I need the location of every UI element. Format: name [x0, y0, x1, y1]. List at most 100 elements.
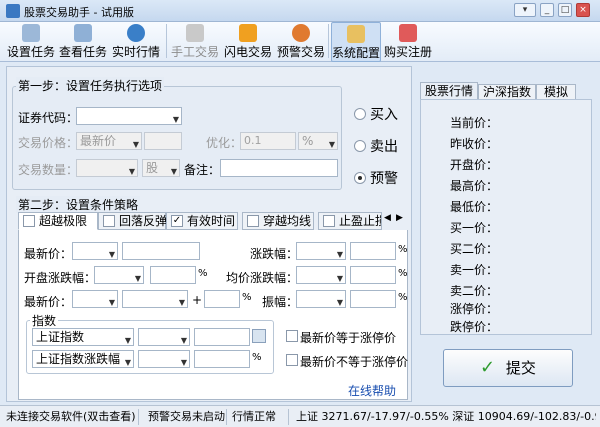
tab-valid-time[interactable]: ✓ 有效时间: [166, 212, 238, 230]
sell-label[interactable]: 卖出: [370, 136, 398, 156]
status-connection[interactable]: 未连接交易软件(双击查看): [6, 409, 136, 425]
note-input[interactable]: [220, 159, 338, 177]
limit-up-not-equal-checkbox[interactable]: [286, 354, 298, 366]
unit-value: 股: [146, 161, 159, 175]
limit-up-not-equal-label[interactable]: 最新价不等于涨停价: [300, 353, 408, 370]
settings-task-icon: [22, 24, 40, 42]
tab-index[interactable]: 沪深指数: [478, 84, 536, 100]
tab-checkbox[interactable]: [23, 215, 35, 227]
chevron-down-icon: ▼: [172, 115, 179, 124]
tab-label: 有效时间: [187, 214, 236, 228]
toolbar-label: 闪电交易: [223, 45, 272, 59]
buy-radio[interactable]: [354, 108, 366, 120]
chevron-down-icon: ▼: [336, 298, 343, 307]
latest-price-op-select[interactable]: ▼: [72, 242, 118, 260]
amplitude-input[interactable]: [350, 290, 396, 308]
toolbar-label: 购买注册: [383, 45, 432, 59]
index1-op-select[interactable]: ▼: [138, 328, 190, 346]
latest-price2-op-select[interactable]: ▼: [72, 290, 118, 308]
price-input[interactable]: [144, 132, 182, 150]
avg-rise-op-select[interactable]: ▼: [296, 266, 346, 284]
toolbar-alert-trade[interactable]: 预警交易: [276, 22, 326, 62]
open-rise-input[interactable]: [150, 266, 196, 284]
latest-price-input[interactable]: [122, 242, 200, 260]
buy-label[interactable]: 买入: [370, 104, 398, 124]
toolbar-lightning-trade[interactable]: 闪电交易: [222, 22, 274, 62]
amplitude-op-select[interactable]: ▼: [296, 290, 346, 308]
quote-panel: [420, 99, 592, 335]
chevron-down-icon: ▼: [128, 167, 135, 176]
security-code-label: 证券代码：: [18, 111, 79, 125]
toolbar-purchase-register[interactable]: 购买注册: [383, 22, 433, 62]
toolbar-manual-trade[interactable]: 手工交易: [170, 22, 220, 62]
toolbar-settings-task[interactable]: 设置任务: [6, 22, 56, 62]
alert-radio[interactable]: [354, 172, 366, 184]
tab-checkbox[interactable]: ✓: [171, 215, 183, 227]
calendar-icon[interactable]: [252, 329, 266, 343]
unit-select[interactable]: 股 ▼: [142, 159, 180, 177]
index1-input[interactable]: [194, 328, 250, 346]
manual-trade-icon: [186, 24, 204, 42]
rise-op-select[interactable]: ▼: [296, 242, 346, 260]
index2-select[interactable]: 上证指数涨跌幅 ▼: [32, 350, 134, 368]
index1-value: 上证指数: [36, 330, 85, 344]
tab-take-profit-stop-loss[interactable]: 止盈止损: [318, 212, 382, 230]
qty-select[interactable]: ▼: [76, 159, 138, 177]
minimize-button[interactable]: _: [540, 3, 554, 17]
tab-scroll-right-icon[interactable]: ▶: [396, 213, 403, 223]
rise-label: 涨跌幅：: [250, 247, 299, 261]
tab-label: 模拟: [543, 85, 568, 99]
tab-scroll-left-icon[interactable]: ◀: [384, 213, 391, 223]
tab-checkbox[interactable]: [247, 215, 259, 227]
amplitude-label: 振幅：: [262, 295, 299, 309]
quote-limit-up: 涨停价：: [450, 302, 499, 316]
tab-stock-quote[interactable]: 股票行情: [420, 82, 478, 100]
tab-cross-ma[interactable]: 穿越均线: [242, 212, 314, 230]
toolbar-label: 预警交易: [276, 45, 325, 59]
tab-pullback-rebound[interactable]: 回落反弹: [98, 212, 167, 230]
chevron-down-icon: ▼: [170, 167, 177, 176]
tab-label: 沪深指数: [483, 85, 532, 99]
price-type-select[interactable]: 最新价 ▼: [76, 132, 142, 150]
alert-label[interactable]: 预警: [370, 168, 398, 188]
rise-input[interactable]: [350, 242, 396, 260]
latest-price2-ref-select[interactable]: ▼: [122, 290, 188, 308]
chevron-down-icon: ▼: [124, 336, 131, 345]
tab-exceed-limit[interactable]: 超越极限: [18, 212, 98, 230]
chevron-down-icon: ▼: [134, 274, 141, 283]
avg-rise-input[interactable]: [350, 266, 396, 284]
limit-up-equal-checkbox[interactable]: [286, 330, 298, 342]
toolbar-realtime-quote[interactable]: 实时行情: [110, 22, 162, 62]
chevron-down-icon: ▼: [180, 358, 187, 367]
toolbar: 设置任务 查看任务 实时行情 手工交易 闪电交易 预警交易 系统配置 购买注册: [0, 22, 600, 62]
chevron-down-icon: ▼: [336, 274, 343, 283]
submit-button[interactable]: ✓ 提交: [443, 349, 573, 387]
toolbar-separator: [166, 24, 167, 58]
latest-price2-offset-input[interactable]: [204, 290, 240, 308]
limit-up-equal-label[interactable]: 最新价等于涨停价: [300, 329, 396, 346]
index2-input[interactable]: [194, 350, 250, 368]
online-help-link[interactable]: 在线帮助: [348, 382, 396, 399]
avg-rise-label: 均价涨跌幅：: [226, 271, 299, 285]
tab-simulate[interactable]: 模拟: [536, 84, 576, 100]
toolbar-view-task[interactable]: 查看任务: [58, 22, 108, 62]
tab-checkbox[interactable]: [103, 215, 115, 227]
sell-radio[interactable]: [354, 140, 366, 152]
maximize-button[interactable]: □: [558, 3, 572, 17]
submit-label: 提交: [505, 359, 536, 377]
title-bar: 股票交易助手 - 试用版 ▾ _ □ ×: [0, 0, 600, 22]
chevron-down-icon: ▼: [108, 298, 115, 307]
index2-op-select[interactable]: ▼: [138, 350, 190, 368]
open-rise-op-select[interactable]: ▼: [94, 266, 144, 284]
quote-limit-down: 跌停价：: [450, 320, 499, 334]
index-group-title: 指数: [30, 312, 59, 329]
index1-select[interactable]: 上证指数 ▼: [32, 328, 134, 346]
close-button[interactable]: ×: [576, 3, 590, 17]
menu-dropdown-icon[interactable]: ▾: [514, 3, 536, 17]
security-code-select[interactable]: ▼: [76, 107, 182, 125]
optimize-input[interactable]: 0.1: [240, 132, 296, 150]
toolbar-system-config[interactable]: 系统配置: [331, 22, 381, 62]
optimize-unit-select[interactable]: % ▼: [298, 132, 338, 150]
tab-checkbox[interactable]: [323, 215, 335, 227]
status-bar: 未连接交易软件(双击查看) 预警交易未启动 行情正常 上证 3271.67/-1…: [0, 405, 600, 427]
